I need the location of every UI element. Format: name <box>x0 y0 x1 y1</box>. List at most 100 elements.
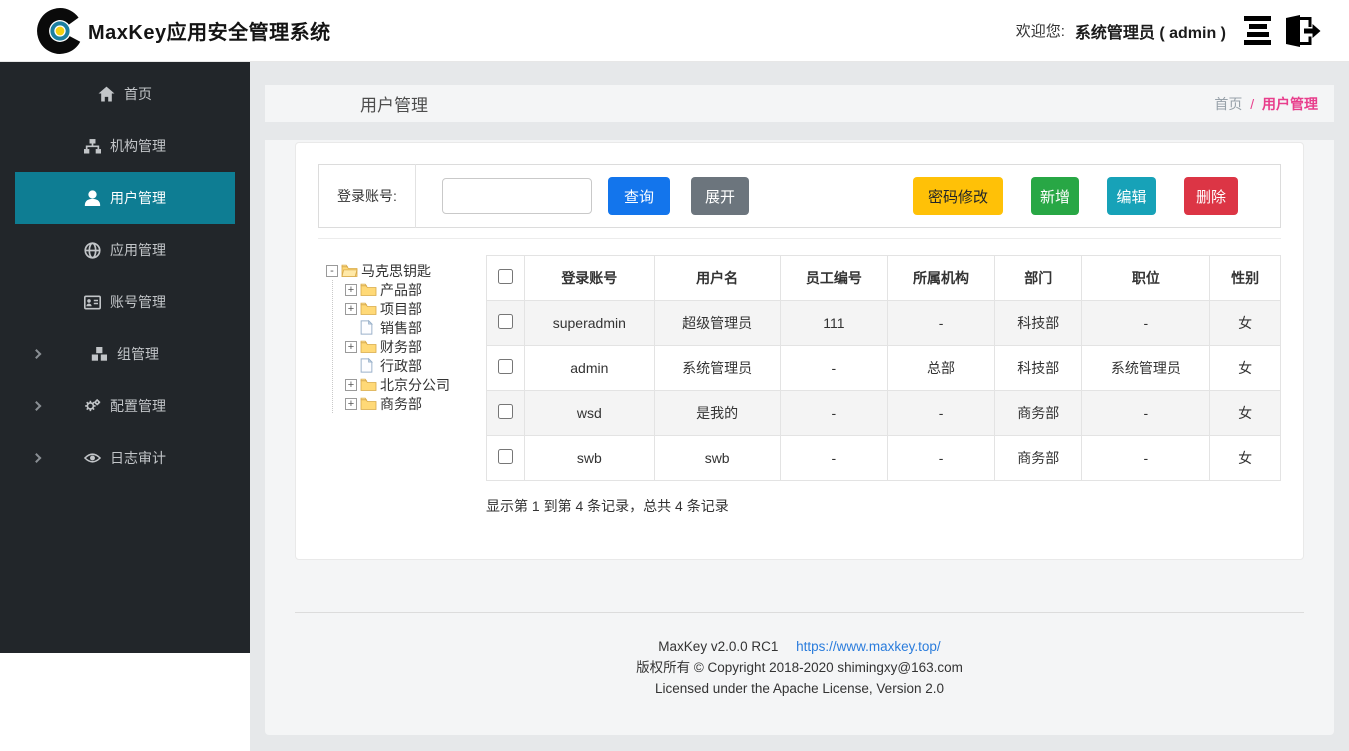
globe-icon <box>84 242 101 259</box>
sidebar-item-label: 应用管理 <box>110 240 166 260</box>
cell-login: swb <box>525 436 654 481</box>
tree-node[interactable]: + 项目部 <box>345 299 486 318</box>
menu-list-icon[interactable] <box>1244 16 1271 45</box>
home-icon <box>98 86 115 103</box>
table-row[interactable]: wsd 是我的 - - 商务部 - 女 <box>487 391 1281 436</box>
col-header: 所属机构 <box>887 256 994 301</box>
cell-dept: 商务部 <box>995 391 1082 436</box>
tree-node[interactable]: + 商务部 <box>345 394 486 413</box>
footer-version: MaxKey v2.0.0 RC1 <box>658 639 778 654</box>
sidebar-item-audit[interactable]: 日志审计 <box>15 432 235 484</box>
cell-title: 系统管理员 <box>1082 346 1210 391</box>
row-checkbox[interactable] <box>498 404 513 419</box>
breadcrumb-current: 用户管理 <box>1262 96 1318 112</box>
cell-title: - <box>1082 301 1210 346</box>
chevron-right-icon <box>32 349 42 359</box>
sidebar-item-users[interactable]: 用户管理 <box>15 172 235 224</box>
tree-node-root[interactable]: - 马克思钥匙 <box>326 261 486 280</box>
welcome-label: 欢迎您: <box>1016 20 1065 41</box>
tree-expand-icon[interactable]: + <box>345 341 357 353</box>
breadcrumb-separator: / <box>1250 96 1254 112</box>
cell-login: wsd <box>525 391 654 436</box>
tree-node[interactable]: + 北京分公司 <box>345 375 486 394</box>
footer-link[interactable]: https://www.maxkey.top/ <box>796 639 941 654</box>
col-header: 部门 <box>995 256 1082 301</box>
edit-button[interactable]: 编辑 <box>1107 177 1156 215</box>
tree-expand-icon[interactable]: + <box>345 398 357 410</box>
footer-license: Licensed under the Apache License, Versi… <box>265 678 1334 699</box>
table-row[interactable]: swb swb - - 商务部 - 女 <box>487 436 1281 481</box>
tree-node[interactable]: + 产品部 <box>345 280 486 299</box>
tree-node-label: 马克思钥匙 <box>361 261 431 281</box>
app-window: MaxKey应用安全管理系统 欢迎您: 系统管理员 ( admin ) <box>0 0 1349 751</box>
tree-node-label: 北京分公司 <box>380 375 450 395</box>
users-table-wrap: 登录账号 用户名 员工编号 所属机构 部门 职位 性别 <box>486 255 1281 516</box>
select-all-checkbox[interactable] <box>498 269 513 284</box>
cell-name: 是我的 <box>654 391 780 436</box>
tree-collapse-icon[interactable]: - <box>326 265 338 277</box>
cell-empno: - <box>780 346 887 391</box>
table-row[interactable]: admin 系统管理员 - 总部 科技部 系统管理员 女 <box>487 346 1281 391</box>
col-header: 员工编号 <box>780 256 887 301</box>
users-card: 登录账号: 查询 展开 密码修改 新增 编辑 删除 <box>295 142 1304 560</box>
sidebar-item-groups[interactable]: 组管理 <box>15 328 235 380</box>
sidebar-item-label: 账号管理 <box>110 292 166 312</box>
search-toolbar: 登录账号: 查询 展开 密码修改 新增 编辑 删除 <box>318 164 1281 228</box>
add-button[interactable]: 新增 <box>1031 177 1079 215</box>
expand-button[interactable]: 展开 <box>691 177 749 215</box>
sidebar-item-config[interactable]: 配置管理 <box>15 380 235 432</box>
sidebar-item-apps[interactable]: 应用管理 <box>15 224 235 276</box>
main-content: 用户管理 首页 / 用户管理 登录账号: 查询 展开 密码修改 新增 <box>250 62 1349 751</box>
sidebar-item-label: 机构管理 <box>110 136 166 156</box>
sitemap-icon <box>84 138 101 155</box>
query-button[interactable]: 查询 <box>608 177 670 215</box>
row-checkbox[interactable] <box>498 449 513 464</box>
login-account-label: 登录账号: <box>319 186 415 206</box>
sidebar-item-org[interactable]: 机构管理 <box>15 120 235 172</box>
breadcrumb-home-link[interactable]: 首页 <box>1214 96 1242 112</box>
cell-org: - <box>887 436 994 481</box>
cell-gender: 女 <box>1210 301 1281 346</box>
cell-login: superadmin <box>525 301 654 346</box>
cell-empno: 111 <box>780 301 887 346</box>
col-header: 职位 <box>1082 256 1210 301</box>
sidebar-item-label: 首页 <box>124 84 152 104</box>
sidebar-item-accounts[interactable]: 账号管理 <box>15 276 235 328</box>
cell-org: 总部 <box>887 346 994 391</box>
tree-node[interactable]: 销售部 <box>345 318 486 337</box>
page-footer: MaxKey v2.0.0 RC1 https://www.maxkey.top… <box>265 636 1334 699</box>
row-checkbox[interactable] <box>498 359 513 374</box>
cell-gender: 女 <box>1210 391 1281 436</box>
tree-expand-icon[interactable]: + <box>345 303 357 315</box>
org-tree: - 马克思钥匙 <box>318 255 486 516</box>
tree-node-label: 销售部 <box>380 318 422 338</box>
sidebar-nav: 首页 机构管理 用户管理 <box>0 62 250 653</box>
folder-icon <box>360 282 377 297</box>
cell-empno: - <box>780 391 887 436</box>
footer-divider <box>295 612 1304 613</box>
tree-expand-icon[interactable]: + <box>345 379 357 391</box>
cell-title: - <box>1082 436 1210 481</box>
pagination-summary: 显示第 1 到第 4 条记录，总共 4 条记录 <box>486 496 1281 516</box>
row-checkbox[interactable] <box>498 314 513 329</box>
login-account-input[interactable] <box>442 178 592 214</box>
id-card-icon <box>84 294 101 311</box>
folder-icon <box>360 377 377 392</box>
gears-icon <box>84 398 101 415</box>
delete-button[interactable]: 删除 <box>1184 177 1238 215</box>
table-header-row: 登录账号 用户名 员工编号 所属机构 部门 职位 性别 <box>487 256 1281 301</box>
tree-node[interactable]: 行政部 <box>345 356 486 375</box>
content-panel: 登录账号: 查询 展开 密码修改 新增 编辑 删除 <box>265 140 1334 735</box>
tree-node[interactable]: + 财务部 <box>345 337 486 356</box>
tree-node-label: 产品部 <box>380 280 422 300</box>
cell-login: admin <box>525 346 654 391</box>
cell-name: 系统管理员 <box>654 346 780 391</box>
folder-icon <box>360 301 377 316</box>
logout-icon[interactable] <box>1283 14 1321 48</box>
sidebar-item-home[interactable]: 首页 <box>15 68 235 120</box>
tree-expand-icon[interactable]: + <box>345 284 357 296</box>
change-password-button[interactable]: 密码修改 <box>913 177 1003 215</box>
table-row[interactable]: superadmin 超级管理员 111 - 科技部 - 女 <box>487 301 1281 346</box>
sidebar-item-label: 日志审计 <box>110 448 166 468</box>
sidebar-item-label: 用户管理 <box>110 188 166 208</box>
